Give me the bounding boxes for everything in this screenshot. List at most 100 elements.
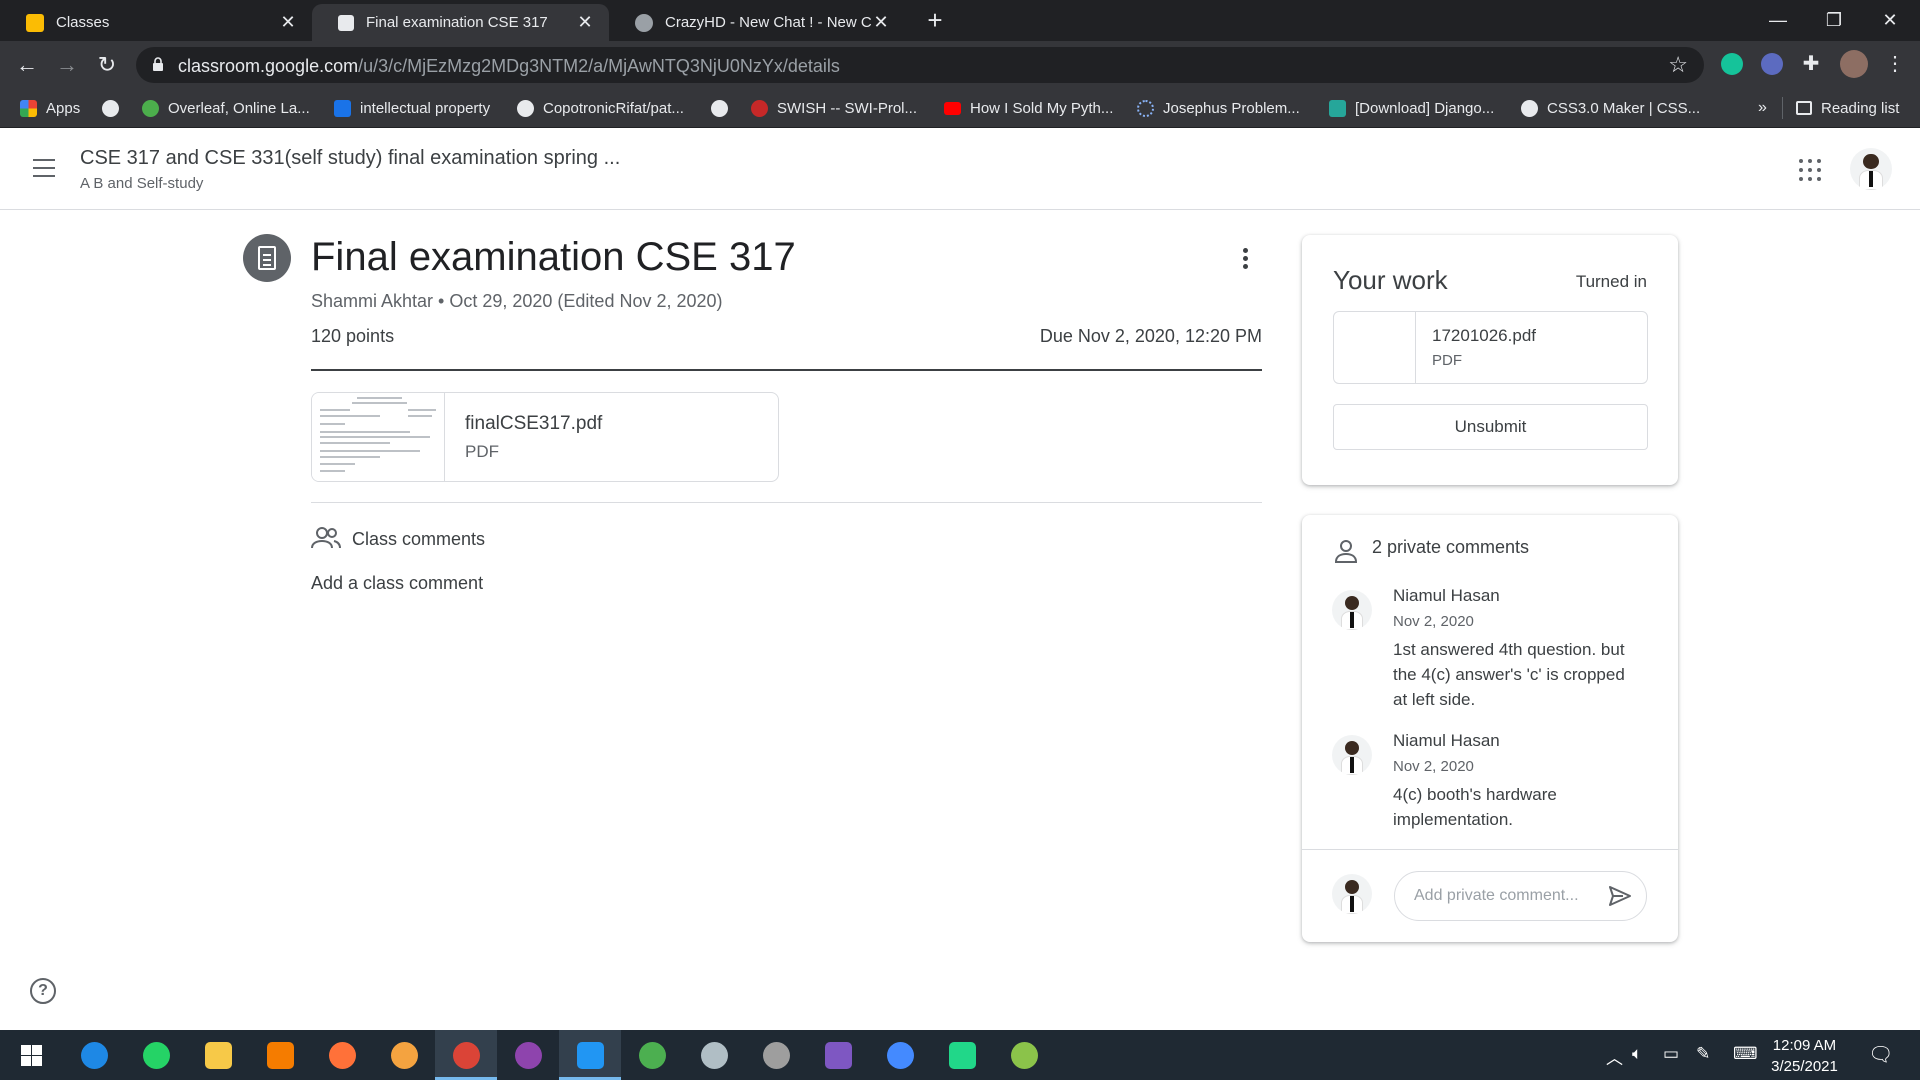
extension-icon[interactable] xyxy=(1761,53,1783,75)
taskbar-app[interactable] xyxy=(931,1030,993,1080)
bookmark-github[interactable]: CopotronicRifat/pat... xyxy=(517,88,684,128)
forward-button[interactable]: → xyxy=(52,50,82,80)
classroom-header: CSE 317 and CSE 331(self study) final ex… xyxy=(0,128,1920,210)
browser-tab-strip: Classes ✕ Final examination CSE 317 ✕ Cr… xyxy=(0,0,1920,41)
youtube-icon xyxy=(944,101,961,115)
tab-classes[interactable]: Classes ✕ xyxy=(0,4,312,41)
s-icon xyxy=(334,99,351,117)
taskbar-app[interactable] xyxy=(869,1030,931,1080)
divider xyxy=(1302,849,1678,850)
restore-button[interactable]: ❐ xyxy=(1806,0,1862,41)
bookmarks-overflow-button[interactable]: » xyxy=(1758,88,1767,128)
profile-avatar-icon[interactable] xyxy=(1840,50,1868,78)
bookmarks-divider xyxy=(1782,97,1783,119)
bookmark-swish[interactable]: SWISH -- SWI-Prol... xyxy=(751,88,917,128)
url-text: classroom.google.com/u/3/c/MjEzMzg2MDg3N… xyxy=(178,56,840,77)
bookmark-globe-2[interactable] xyxy=(711,88,737,128)
taskbar-app[interactable] xyxy=(621,1030,683,1080)
back-button[interactable]: ← xyxy=(12,50,42,80)
bookmark-label: Josephus Problem... xyxy=(1163,99,1300,117)
notifications-icon[interactable]: 🗨︎ xyxy=(1868,1042,1893,1067)
clock-date: 3/25/2021 xyxy=(1771,1058,1838,1075)
help-icon[interactable]: ? xyxy=(30,978,56,1004)
lock-icon xyxy=(153,57,163,71)
bookmarks-bar: Apps Overleaf, Online La... intellectual… xyxy=(0,88,1920,128)
tab-title: Final examination CSE 317 xyxy=(366,14,548,31)
tab-final-examination[interactable]: Final examination CSE 317 ✕ xyxy=(312,4,609,41)
browser-menu-icon[interactable]: ⋮ xyxy=(1884,53,1906,75)
bookmark-css3-maker[interactable]: CSS3.0 Maker | CSS... xyxy=(1521,88,1700,128)
address-bar[interactable]: classroom.google.com/u/3/c/MjEzMzg2MDg3N… xyxy=(136,47,1704,83)
bookmark-django[interactable]: [Download] Django... xyxy=(1329,88,1494,128)
assignment-points: 120 points xyxy=(311,326,395,346)
taskbar-app[interactable] xyxy=(807,1030,869,1080)
taskbar-app[interactable] xyxy=(435,1030,497,1080)
bookmark-star-icon[interactable]: ☆ xyxy=(1668,52,1688,78)
bookmark-label: How I Sold My Pyth... xyxy=(970,99,1114,117)
pen-icon[interactable]: ✎ xyxy=(1696,1044,1710,1064)
private-comment-input[interactable]: Add private comment... xyxy=(1394,871,1647,921)
bookmark-youtube[interactable]: How I Sold My Pyth... xyxy=(944,88,1113,128)
taskbar-app[interactable] xyxy=(683,1030,745,1080)
attachment-filetype: PDF xyxy=(465,442,499,461)
assignment-title: Final examination CSE 317 xyxy=(311,235,796,279)
clock-time: 12:09 AM xyxy=(1772,1037,1837,1054)
submitted-file[interactable]: 17201026.pdf PDF xyxy=(1333,311,1648,384)
taskbar-app[interactable] xyxy=(745,1030,807,1080)
grammarly-icon[interactable] xyxy=(1721,53,1743,75)
google-apps-icon[interactable] xyxy=(1799,159,1821,181)
main-menu-icon[interactable] xyxy=(33,159,55,177)
taskbar-app[interactable] xyxy=(187,1030,249,1080)
bookmark-intellectual-property[interactable]: intellectual property xyxy=(334,88,490,128)
taskbar-app[interactable] xyxy=(993,1030,1055,1080)
account-avatar[interactable] xyxy=(1850,148,1892,190)
close-window-button[interactable]: ✕ xyxy=(1862,0,1918,41)
close-icon[interactable]: ✕ xyxy=(871,12,891,33)
taskbar-app[interactable] xyxy=(249,1030,311,1080)
attachment-card[interactable]: finalCSE317.pdf PDF xyxy=(311,392,779,482)
taskbar-app[interactable] xyxy=(125,1030,187,1080)
taskbar-app[interactable] xyxy=(63,1030,125,1080)
close-icon[interactable]: ✕ xyxy=(575,12,595,33)
assignment-meta: Shammi Akhtar • Oct 29, 2020 (Edited Nov… xyxy=(311,291,723,311)
system-clock[interactable]: 12:09 AM 3/25/2021 xyxy=(1752,1035,1857,1077)
network-icon[interactable]: ▭ xyxy=(1663,1044,1679,1064)
tab-crazyhd[interactable]: CrazyHD - New Chat ! - New Cha ✕ xyxy=(609,4,905,41)
volume-icon[interactable]: 🔈︎ xyxy=(1632,1044,1642,1064)
private-comment-placeholder: Add private comment... xyxy=(1414,887,1579,904)
globe-icon xyxy=(102,99,119,117)
private-comments-card: 2 private comments Niamul Hasan Nov 2, 2… xyxy=(1302,515,1678,942)
loading-icon xyxy=(1137,99,1154,117)
reading-list-button[interactable]: Reading list xyxy=(1796,88,1899,128)
tray-overflow-icon[interactable]: ︿ xyxy=(1606,1044,1623,1069)
taskbar-app[interactable] xyxy=(497,1030,559,1080)
bookmark-globe[interactable] xyxy=(102,88,128,128)
apps-grid-icon xyxy=(20,99,37,117)
class-title[interactable]: CSE 317 and CSE 331(self study) final ex… xyxy=(80,147,620,170)
send-icon[interactable] xyxy=(1608,885,1632,907)
puzzle-extensions-icon[interactable]: ✚ xyxy=(1800,53,1822,75)
pdf-thumbnail xyxy=(312,393,445,481)
unsubmit-button[interactable]: Unsubmit xyxy=(1333,404,1648,450)
swish-icon xyxy=(751,99,768,117)
taskbar-app[interactable] xyxy=(373,1030,435,1080)
new-tab-button[interactable]: + xyxy=(921,6,949,34)
more-options-icon[interactable] xyxy=(1240,248,1250,272)
reload-button[interactable]: ↻ xyxy=(92,50,122,80)
add-class-comment-link[interactable]: Add a class comment xyxy=(311,573,483,594)
minimize-button[interactable]: — xyxy=(1750,0,1806,41)
bookmark-overleaf[interactable]: Overleaf, Online La... xyxy=(142,88,310,128)
taskbar-app[interactable] xyxy=(311,1030,373,1080)
submission-status: Turned in xyxy=(1575,272,1647,291)
divider xyxy=(311,369,1262,371)
close-icon[interactable]: ✕ xyxy=(278,12,298,33)
start-button[interactable] xyxy=(0,1030,62,1080)
bookmark-apps[interactable]: Apps xyxy=(20,88,80,128)
bookmark-josephus[interactable]: Josephus Problem... xyxy=(1137,88,1300,128)
app-icon xyxy=(701,1042,728,1069)
comment-text: 4(c) booth's hardware implementation. xyxy=(1393,785,1557,829)
commenter-avatar xyxy=(1332,735,1372,775)
comment-author: Niamul Hasan xyxy=(1393,586,1500,605)
class-section: A B and Self-study xyxy=(80,175,204,192)
taskbar-app[interactable] xyxy=(559,1030,621,1080)
